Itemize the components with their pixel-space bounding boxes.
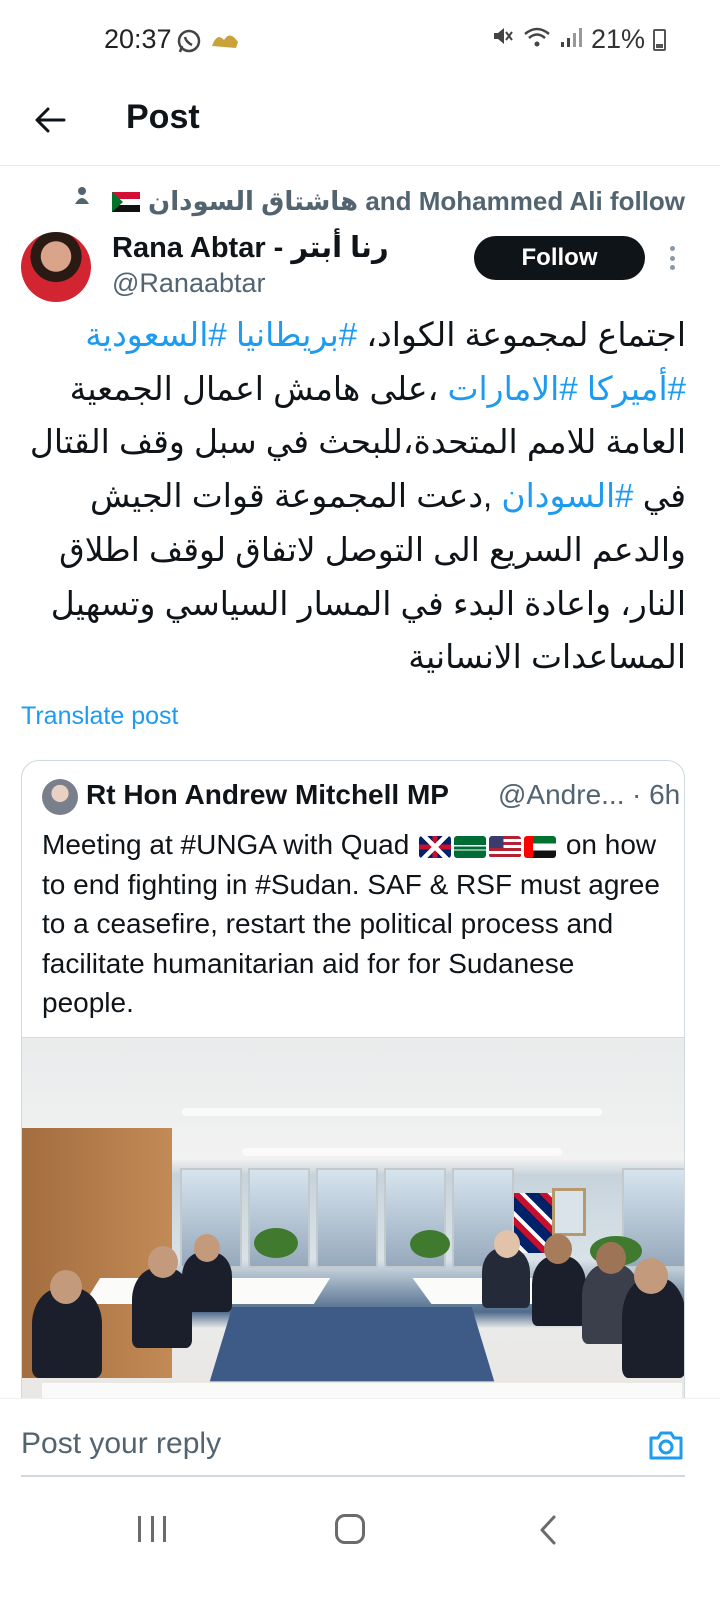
sudan-flag-icon [112, 192, 140, 212]
whatsapp-icon [176, 28, 202, 59]
uk-flag-icon [419, 835, 452, 858]
uae-flag-icon [524, 835, 557, 858]
post-text-part: اجتماع لمجموعة الكواد، [357, 316, 686, 353]
app-header: Post [0, 86, 720, 166]
mute-icon [491, 24, 515, 55]
social-context-text: هاشتاق السودان and Mohammed Ali follow [148, 186, 686, 216]
hashtag-link[interactable]: #السودان [501, 477, 633, 514]
system-nav-bar [0, 1502, 720, 1600]
hashtag-link[interactable]: #بريطانيا [236, 316, 357, 353]
more-options-icon[interactable] [664, 242, 680, 274]
battery-icon [653, 28, 666, 51]
reply-input[interactable]: Post your reply [21, 1427, 221, 1461]
camera-icon[interactable] [646, 1425, 686, 1465]
author-row: Rana Abtar - رنا أبتر @Ranaabtar Follow [0, 228, 720, 308]
quote-author-handle: @Andre... [498, 779, 625, 810]
quote-card[interactable]: Rt Hon Andrew Mitchell MP @Andre... · 6h… [21, 760, 685, 1440]
hashtag-link[interactable]: #أميركا [587, 370, 686, 407]
quote-text-start: Meeting at #UNGA with Quad [42, 829, 410, 860]
recent-apps-icon[interactable] [138, 1516, 166, 1544]
quote-header: Rt Hon Andrew Mitchell MP @Andre... · 6h [42, 777, 680, 817]
translate-post-link[interactable]: Translate post [21, 702, 178, 731]
avatar[interactable] [21, 232, 91, 302]
social-context[interactable]: هاشتاق السودان and Mohammed Ali follow [0, 184, 720, 218]
back-button[interactable] [30, 100, 70, 140]
us-flag-icon [489, 835, 522, 858]
battery-text: 21% [590, 24, 645, 54]
author-handle[interactable]: @Ranaabtar [112, 268, 266, 299]
flags-row [419, 835, 557, 858]
follow-button[interactable]: Follow [474, 236, 645, 280]
post-text-part [227, 316, 236, 353]
quote-avatar [42, 779, 78, 815]
post-text-part [578, 370, 587, 407]
quote-time: · 6h [632, 779, 681, 810]
status-time: 20:37 [104, 24, 172, 54]
status-right: 21% [491, 24, 666, 55]
reply-bar: Post your reply [0, 1398, 720, 1502]
reply-underline [21, 1475, 685, 1477]
wifi-icon [523, 24, 551, 55]
post-text: اجتماع لمجموعة الكواد، #بريطانيا #السعود… [20, 308, 686, 684]
status-bar: 20:37 21% [0, 0, 720, 86]
arrow-left-icon [35, 107, 66, 133]
notification-icon [210, 30, 240, 57]
hashtag-link[interactable]: #السعودية [85, 316, 227, 353]
author-name[interactable]: Rana Abtar - رنا أبتر [112, 230, 389, 265]
quote-author-name: Rt Hon Andrew Mitchell MP [86, 779, 449, 810]
page-title: Post [126, 98, 200, 136]
person-icon [74, 186, 90, 211]
home-icon[interactable] [335, 1514, 365, 1544]
meeting-room-photo[interactable] [22, 1037, 684, 1439]
signal-icon [559, 24, 583, 55]
nav-back-icon[interactable] [538, 1514, 558, 1551]
quote-text: Meeting at #UNGA with Quad on how to end… [42, 825, 672, 1023]
saudi-flag-icon [454, 835, 487, 858]
hashtag-link[interactable]: #الامارات [447, 370, 577, 407]
status-left-icons [176, 28, 240, 59]
